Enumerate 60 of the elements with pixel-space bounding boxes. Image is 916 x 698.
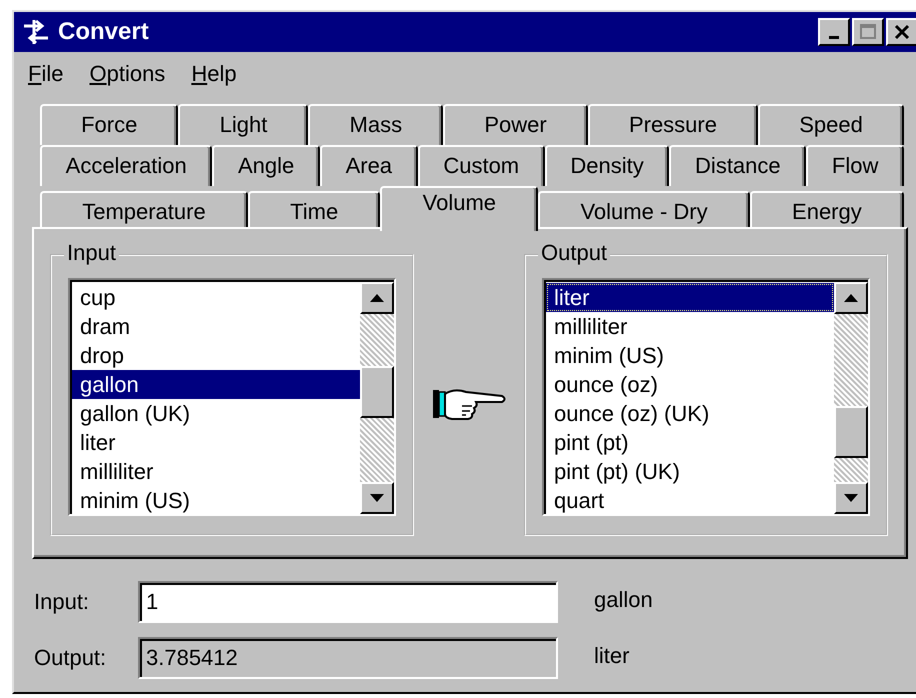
arrows-icon	[22, 18, 50, 46]
scroll-up-icon[interactable]	[369, 293, 385, 303]
tab[interactable]: Distance	[669, 145, 806, 186]
tab[interactable]: Acceleration	[40, 145, 212, 186]
list-box[interactable]: cup dram drop gallon gallon (UK) liter milliliter minim (US)	[68, 278, 396, 516]
close-button[interactable]	[886, 18, 916, 46]
scrollbar[interactable]	[834, 282, 868, 514]
list-item[interactable]: gallon	[72, 370, 360, 399]
scroll-up-icon[interactable]	[843, 293, 859, 303]
tab[interactable]: Volume - Dry	[538, 191, 750, 227]
list-box[interactable]: liter milliliter minim (US) ounce (oz) ounce (oz) (UK) pint (pt) pint (pt) (UK) quart	[542, 278, 870, 516]
tab[interactable]: Angle	[212, 145, 320, 186]
list-item[interactable]: minim (US)	[546, 341, 834, 370]
scroll-thumb[interactable]	[834, 406, 868, 458]
maximize-icon	[858, 22, 878, 42]
list-item[interactable]: milliliter	[72, 457, 360, 486]
tab[interactable]: Force	[40, 104, 178, 145]
list-item[interactable]: pint (pt) (UK)	[546, 457, 834, 486]
tab[interactable]: Custom	[418, 145, 545, 186]
list-item[interactable]: cup	[72, 283, 360, 312]
tab[interactable]: Area	[320, 145, 418, 186]
tab[interactable]: Power	[443, 104, 588, 145]
tab[interactable]: Light	[178, 104, 308, 145]
minimize-button[interactable]	[818, 18, 850, 46]
field-label: Input:	[34, 589, 90, 615]
tab[interactable]: Energy	[750, 191, 904, 227]
value-field[interactable]: 1	[138, 581, 558, 623]
list-item[interactable]: ounce (oz)	[546, 370, 834, 399]
list-item[interactable]: gallon (UK)	[72, 399, 360, 428]
scroll-down-icon[interactable]	[369, 493, 385, 503]
tab[interactable]: Density	[544, 145, 670, 186]
menu-item[interactable]: Help	[191, 61, 237, 87]
tab[interactable]: Temperature	[40, 191, 248, 227]
tab[interactable]: Speed	[758, 104, 904, 145]
list-item[interactable]: ounce (oz) (UK)	[546, 399, 834, 428]
minimize-icon	[829, 36, 839, 38]
scroll-down-icon[interactable]	[843, 493, 859, 503]
list-item[interactable]: milliliter	[546, 312, 834, 341]
list-item[interactable]: pint (pt)	[546, 428, 834, 457]
window-title: Convert	[58, 18, 149, 46]
field-label: Output:	[34, 645, 108, 671]
scrollbar[interactable]	[360, 282, 394, 514]
tab[interactable]: Pressure	[588, 104, 758, 145]
tab[interactable]: Mass	[308, 104, 444, 145]
list-item[interactable]: liter	[546, 283, 834, 312]
list-item[interactable]: drop	[72, 341, 360, 370]
tab[interactable]: Time	[248, 191, 380, 227]
unit-label: gallon	[594, 587, 653, 613]
list-item[interactable]: dram	[72, 312, 360, 341]
list-item[interactable]: minim (US)	[72, 486, 360, 514]
tab[interactable]: Volume	[380, 186, 538, 231]
menu-item[interactable]: Options	[89, 61, 166, 87]
maximize-button[interactable]	[852, 18, 884, 46]
unit-label: liter	[594, 643, 630, 669]
list-item[interactable]: liter	[72, 428, 360, 457]
close-icon	[892, 22, 912, 42]
scroll-thumb[interactable]	[360, 366, 394, 418]
tab[interactable]: Flow	[806, 145, 904, 186]
menu-item[interactable]: File	[28, 61, 64, 87]
list-item[interactable]: quart	[546, 486, 834, 514]
